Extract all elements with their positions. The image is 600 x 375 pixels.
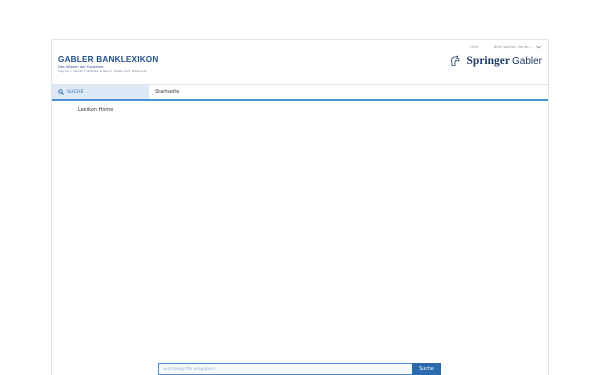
site-header: GABLER BANKLEXIKON Das Wissen der Expert…	[52, 40, 548, 84]
search-icon	[58, 89, 64, 95]
tab-search[interactable]: SUCHE	[52, 85, 149, 99]
help-link[interactable]: Hilfe	[470, 45, 478, 49]
top-links: Hilfe Bitte wählen Sie ein...	[470, 45, 541, 49]
nav-bar: SUCHE Startseite	[52, 84, 548, 101]
search-input[interactable]	[158, 363, 412, 375]
brand-springer: Springer	[466, 55, 510, 67]
lexikon-home-link[interactable]: Lexikon Home	[78, 107, 113, 113]
chevron-down-icon	[536, 45, 541, 49]
site-editors: Hrsg von L. Grandis, F Obstmeis, R. Reut…	[58, 70, 147, 73]
site-title[interactable]: GABLER BANKLEXIKON	[58, 55, 159, 64]
tab-home[interactable]: Startseite	[155, 85, 179, 99]
page-frame: GABLER BANKLEXIKON Das Wissen der Expert…	[51, 39, 549, 375]
search-button[interactable]: Suche	[412, 363, 441, 375]
tab-search-label: SUCHE	[67, 89, 84, 95]
horse-icon	[450, 55, 459, 66]
tab-home-label: Startseite	[155, 89, 180, 95]
language-select[interactable]: Bitte wählen Sie ein...	[494, 45, 541, 49]
brand-gabler: Gabler	[511, 55, 542, 67]
publisher-logo[interactable]: Springer Gabler	[449, 55, 542, 67]
site-subtitle: Das Wissen der Experten.	[58, 65, 105, 69]
search-bar: Suche	[158, 363, 441, 375]
language-select-label: Bitte wählen Sie ein...	[493, 45, 533, 49]
